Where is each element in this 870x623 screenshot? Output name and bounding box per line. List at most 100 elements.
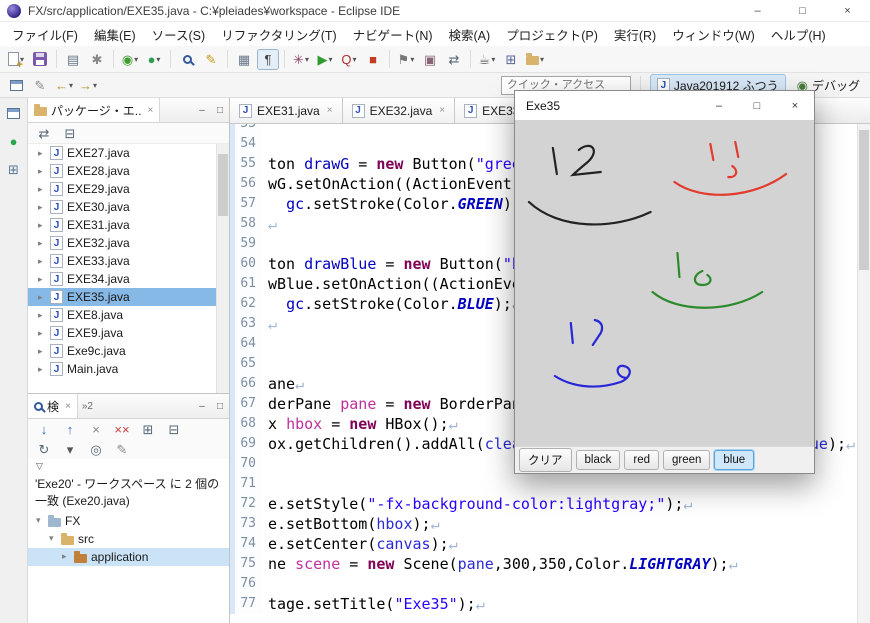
tree-item[interactable]: ▸ Exe9c.java: [28, 342, 216, 360]
black-button[interactable]: black: [575, 450, 621, 470]
app-close-button[interactable]: ×: [776, 91, 814, 120]
previous-searches-button[interactable]: ▾: [59, 439, 81, 460]
tree-item[interactable]: ▸ EXE35.java: [28, 288, 216, 306]
tree-item[interactable]: ▸ EXE9.java: [28, 324, 216, 342]
editor-scrollbar[interactable]: [857, 124, 870, 623]
menu-item[interactable]: 実行(R): [606, 22, 664, 47]
blue-button[interactable]: blue: [714, 450, 755, 470]
close-tab-icon[interactable]: ×: [439, 105, 445, 116]
remove-all-matches-button[interactable]: ××: [111, 419, 133, 440]
java-application-button[interactable]: ☕ ▾: [476, 49, 498, 70]
print-button[interactable]: ▤: [62, 49, 84, 70]
tree-item[interactable]: ▸ Main.java: [28, 360, 216, 378]
prev-match-button[interactable]: ↑: [59, 419, 81, 440]
open-folder-button[interactable]: ▾: [524, 49, 546, 70]
scrollbar-thumb[interactable]: [218, 154, 228, 216]
run-external-tools-button[interactable]: ● ▾: [143, 49, 165, 70]
tree-item[interactable]: ▸ EXE31.java: [28, 216, 216, 234]
editor-tab[interactable]: EXE31.java ×: [230, 98, 343, 123]
editor-tab[interactable]: EXE32.java ×: [342, 98, 456, 123]
forward-button[interactable]: → ▾: [77, 75, 99, 96]
menu-item[interactable]: プロジェクト(P): [498, 22, 606, 47]
tree-item[interactable]: ▸ EXE27.java: [28, 144, 216, 162]
tree-item[interactable]: ▸ EXE28.java: [28, 162, 216, 180]
build-all-button[interactable]: ✱: [86, 49, 108, 70]
bookmark-button[interactable]: ⚑ ▾: [395, 49, 417, 70]
close-button[interactable]: ×: [825, 0, 870, 21]
tree-item-label: Exe9c.java: [67, 344, 126, 358]
collapse-all-button[interactable]: ⊟: [163, 419, 185, 440]
next-match-button[interactable]: ↓: [33, 419, 55, 440]
new-snippet-button[interactable]: ✳ ▾: [290, 49, 312, 70]
close-view-icon[interactable]: ×: [147, 105, 153, 116]
menu-item[interactable]: ファイル(F): [4, 22, 86, 47]
pin-editor-button[interactable]: [5, 75, 27, 96]
maximize-view-button[interactable]: □: [211, 101, 229, 119]
search-tab[interactable]: 検 ×: [28, 394, 78, 418]
menu-item[interactable]: 検索(A): [441, 22, 499, 47]
tree-item[interactable]: ▸ EXE32.java: [28, 234, 216, 252]
minimize-button[interactable]: –: [735, 0, 780, 21]
outline-view-button[interactable]: ⊞: [3, 159, 25, 180]
menu-item[interactable]: ウィンドウ(W): [664, 22, 763, 47]
scrollbar-thumb[interactable]: [859, 130, 869, 270]
maximize-button[interactable]: □: [780, 0, 825, 21]
menu-item[interactable]: ソース(S): [144, 22, 214, 47]
server-view-button[interactable]: ●: [3, 131, 25, 152]
green-button[interactable]: green: [662, 450, 711, 470]
search-dialog-button[interactable]: [176, 49, 198, 70]
menu-item[interactable]: ヘルプ(H): [763, 22, 834, 47]
clear-button[interactable]: クリア: [519, 448, 572, 472]
code-text: ne scene = new Scene(pane,300,350,Color.…: [262, 554, 738, 574]
app-minimize-button[interactable]: –: [700, 91, 738, 120]
coverage-button[interactable]: Q ▾: [338, 49, 360, 70]
collapse-all-button[interactable]: ⊟: [59, 123, 81, 144]
left-column: パッケージ・エ.. × – □ ⇄⊟ ▸EXE27.java▸EXE28.jav…: [28, 98, 230, 623]
edit-search-button[interactable]: ✎: [111, 439, 133, 460]
drawing-canvas[interactable]: [515, 120, 814, 446]
mark-occurrences-button[interactable]: ✎: [200, 49, 222, 70]
maximize-view-button[interactable]: □: [211, 397, 229, 415]
close-view-icon[interactable]: ×: [65, 401, 71, 412]
menu-item[interactable]: 編集(E): [86, 22, 144, 47]
tree-item[interactable]: ▾ FX: [28, 512, 229, 530]
menu-item[interactable]: リファクタリング(T): [213, 22, 344, 47]
tree-item[interactable]: ▸ EXE29.java: [28, 180, 216, 198]
show-whitespace-button[interactable]: ¶: [257, 48, 279, 70]
run-search-again-button[interactable]: ↻: [33, 439, 55, 460]
app-maximize-button[interactable]: □: [738, 91, 776, 120]
grid-view-button[interactable]: ⊞: [500, 49, 522, 70]
back-button[interactable]: ← ▾: [53, 75, 75, 96]
package-explorer-scrollbar[interactable]: [216, 144, 229, 393]
expand-all-button[interactable]: ⊞: [137, 419, 159, 440]
app-window-titlebar[interactable]: Exe35 – □ ×: [515, 91, 814, 120]
tree-item[interactable]: ▸ application: [28, 547, 229, 566]
console-view-button[interactable]: ▦: [233, 49, 255, 70]
jar-export-button[interactable]: ▣: [419, 49, 441, 70]
remove-match-button[interactable]: ×: [85, 419, 107, 440]
package-explorer-tab[interactable]: パッケージ・エ.. ×: [28, 98, 161, 122]
save-button[interactable]: [29, 49, 51, 70]
tree-item[interactable]: ▾ src: [28, 530, 229, 548]
red-button[interactable]: red: [624, 450, 659, 470]
tree-item[interactable]: ▸ EXE8.java: [28, 306, 216, 324]
tree-item[interactable]: ▸ EXE34.java: [28, 270, 216, 288]
menu-item[interactable]: ナビゲート(N): [345, 22, 441, 47]
terminate-button[interactable]: ■: [362, 49, 384, 70]
tree-item[interactable]: ▸ EXE33.java: [28, 252, 216, 270]
link-with-editor-button[interactable]: ⇄: [33, 123, 55, 144]
new-wizard-button[interactable]: ▾: [5, 49, 27, 71]
debug-button[interactable]: ◉ ▾: [119, 49, 141, 70]
restore-view-button[interactable]: [3, 103, 25, 124]
pin-view-button[interactable]: ◎: [85, 439, 107, 460]
link-with-editor-button[interactable]: ⇄: [443, 49, 465, 70]
minimize-view-button[interactable]: –: [193, 101, 211, 119]
view-overflow-indicator[interactable]: »2: [82, 401, 93, 412]
run-button[interactable]: ▶ ▾: [314, 49, 336, 70]
last-edit-location-button[interactable]: ✎: [29, 75, 51, 96]
minimize-view-button[interactable]: –: [193, 397, 211, 415]
filter-expander-icon[interactable]: ▽: [28, 459, 229, 472]
tree-item[interactable]: ▸ EXE30.java: [28, 198, 216, 216]
close-tab-icon[interactable]: ×: [327, 105, 333, 116]
